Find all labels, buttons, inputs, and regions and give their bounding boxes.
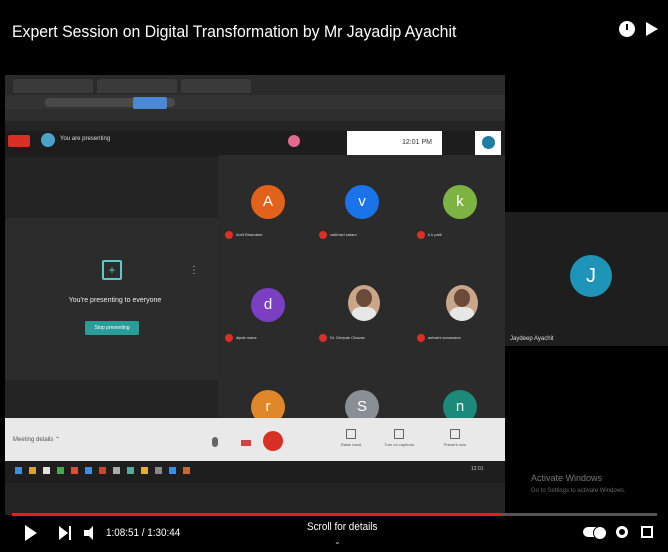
captions-label: Turn on captions: [384, 442, 414, 447]
present-now-icon: [450, 429, 460, 439]
windows-taskbar: [5, 461, 505, 483]
taskbar-app-icon: [141, 467, 148, 474]
meeting-details-toggle: Meeting details ⌃: [13, 437, 61, 443]
captions-icon: [394, 429, 404, 439]
presenting-message: You're presenting to everyone: [68, 297, 162, 304]
taskbar-app-icon: [71, 467, 78, 474]
microphone-icon: [212, 437, 218, 447]
muted-mic-icon: [319, 334, 327, 342]
taskbar-app-icon: [183, 467, 190, 474]
participant-name: k k patil: [428, 232, 442, 237]
browser-tab: [181, 79, 251, 93]
self-view-avatar: [482, 136, 495, 149]
meet-clock: 12:01 PM: [402, 139, 432, 146]
user-avatar: [41, 133, 55, 147]
progress-fill: [12, 513, 501, 516]
participant-dot: [288, 135, 300, 147]
next-icon[interactable]: [59, 526, 73, 540]
taskbar-app-icon: [29, 467, 36, 474]
raise-hand-icon: [346, 429, 356, 439]
activate-windows-title: Activate Windows: [531, 473, 603, 483]
taskbar-app-icon: [127, 467, 134, 474]
taskbar-app-icon: [99, 467, 106, 474]
play-icon[interactable]: [25, 525, 37, 541]
taskbar-app-icon: [155, 467, 162, 474]
taskbar-app-icon: [57, 467, 64, 474]
share-icon[interactable]: [646, 22, 658, 36]
side-participant-name: Jaydeep Ayachit: [510, 336, 554, 342]
activate-windows-subtitle: Go to Settings to activate Windows.: [531, 488, 626, 494]
taskbar-clock: 12:01: [471, 466, 484, 472]
video-title[interactable]: Expert Session on Digital Transformation…: [12, 22, 456, 42]
taskbar-app-icon: [85, 467, 92, 474]
muted-mic-icon: [225, 334, 233, 342]
video-frame[interactable]: You are presenting 12:01 PM + You're pre…: [5, 75, 505, 515]
participant-name: Amit Bhandare: [236, 232, 263, 237]
participant-avatar: v: [345, 185, 379, 219]
participant-name: vaibhavi satam: [330, 232, 357, 237]
settings-icon[interactable]: [616, 526, 628, 538]
chevron-down-icon[interactable]: ⌄: [334, 537, 341, 546]
volume-icon[interactable]: [84, 526, 100, 540]
captions-action: Turn on captions: [381, 429, 417, 447]
you-are-presenting-label: You are presenting: [60, 136, 111, 142]
participant-avatar: k: [443, 185, 477, 219]
fullscreen-icon[interactable]: [641, 526, 653, 538]
present-screen-icon: +: [102, 260, 122, 280]
present-now-label: Present now: [443, 442, 467, 447]
side-participant-avatar: J: [570, 255, 612, 297]
bookmarks-bar: [5, 109, 505, 121]
participant-name: dipak mane: [236, 335, 257, 340]
taskbar-app-icon: [15, 467, 22, 474]
autoplay-toggle[interactable]: [583, 526, 607, 540]
camera-off-icon: [241, 440, 251, 446]
more-options-icon: ⋮: [189, 265, 199, 276]
presenting-chip: [8, 135, 30, 147]
address-bar-button: [133, 97, 167, 109]
stop-presenting-button: Stop presenting: [85, 321, 139, 335]
participant-photo: [446, 285, 478, 321]
scroll-for-details[interactable]: Scroll for details: [307, 521, 377, 533]
watch-later-clock-icon[interactable]: [619, 21, 635, 37]
taskbar-app-icon: [169, 467, 176, 474]
taskbar-app-icon: [43, 467, 50, 474]
raise-hand-label: Raise hand: [340, 442, 362, 447]
end-call-button: [263, 431, 283, 451]
muted-mic-icon: [417, 334, 425, 342]
taskbar-app-icon: [113, 467, 120, 474]
participant-name: ashwini sonawane: [428, 335, 461, 340]
participant-avatar: d: [251, 288, 285, 322]
muted-mic-icon: [417, 231, 425, 239]
muted-mic-icon: [225, 231, 233, 239]
participant-name: Dr. Deepak Chavan: [330, 335, 365, 340]
raise-hand-action: Raise hand: [333, 429, 369, 447]
browser-tab: [97, 79, 177, 93]
participant-photo: [348, 285, 380, 321]
browser-tab-strip: [5, 75, 505, 95]
browser-tab: [13, 79, 93, 93]
participant-avatar: A: [251, 185, 285, 219]
time-display: 1:08:51 / 1:30:44: [106, 527, 181, 539]
meet-bottom-bar: [5, 418, 505, 461]
muted-mic-icon: [319, 231, 327, 239]
present-now-action: Present now: [437, 429, 473, 447]
